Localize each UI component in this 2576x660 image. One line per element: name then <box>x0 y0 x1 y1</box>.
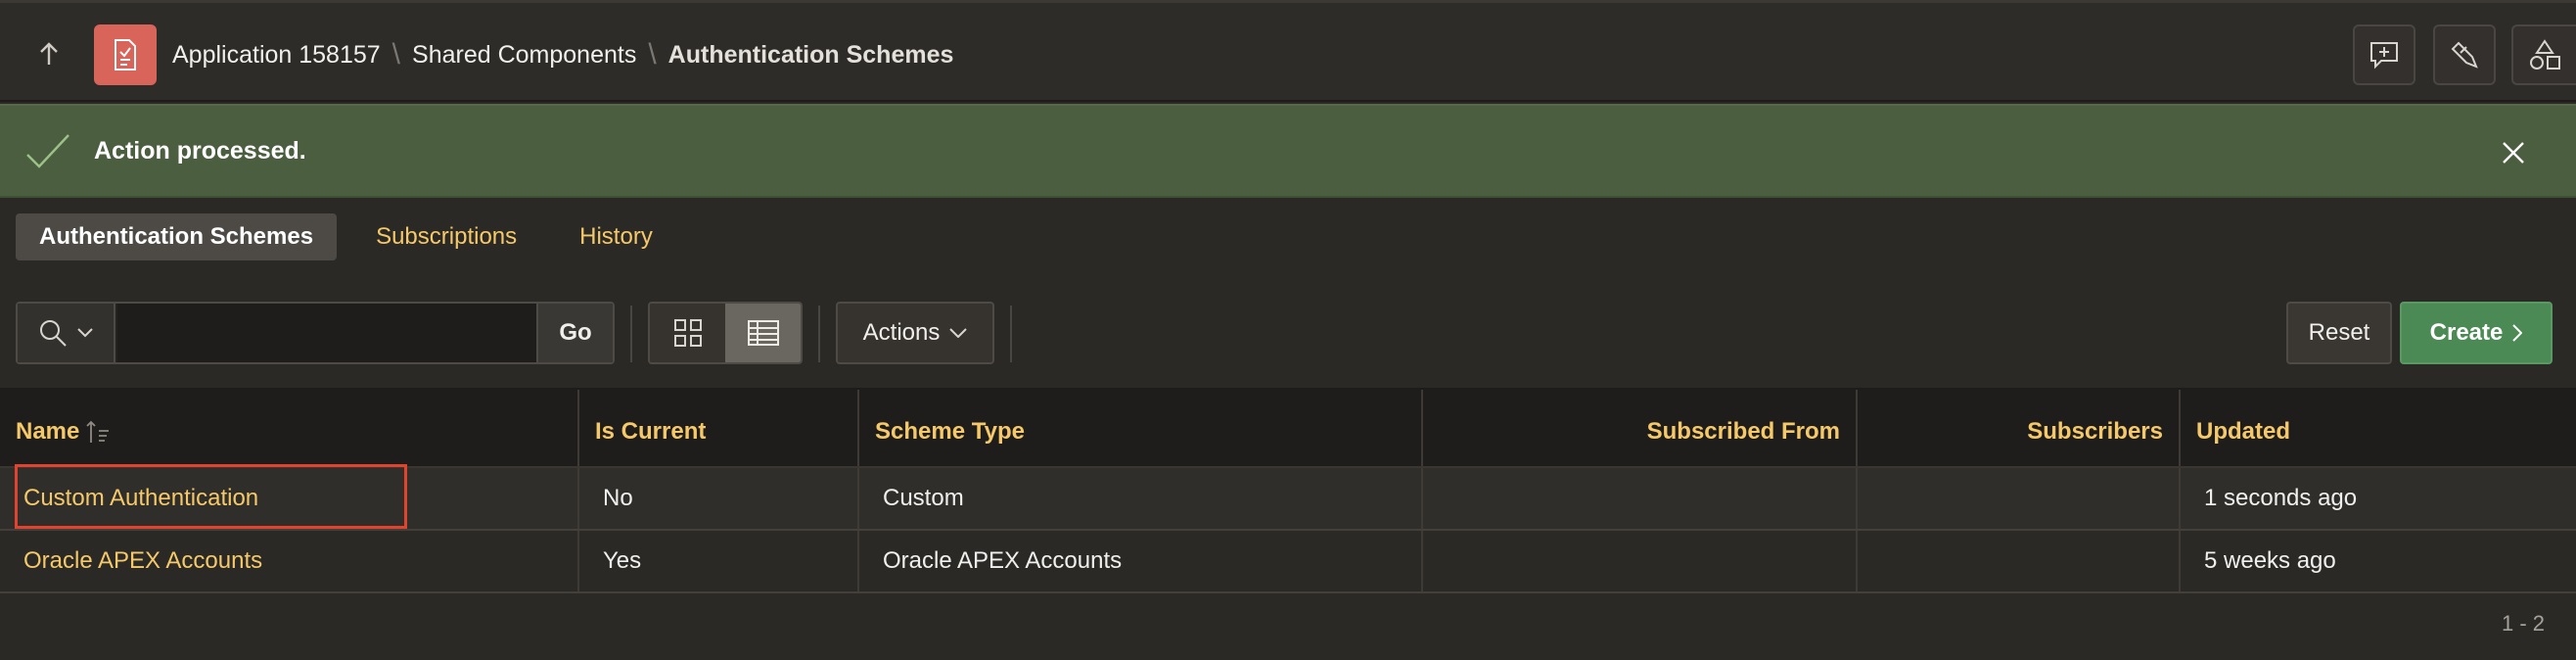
actions-menu-button[interactable]: Actions <box>836 302 994 364</box>
highlight-box <box>15 464 407 529</box>
subscribed-from-cell <box>1423 531 1858 591</box>
search-icon <box>40 320 67 347</box>
tab-subscriptions[interactable]: Subscriptions <box>352 213 540 260</box>
breadcrumb-app[interactable]: Application 158157 <box>172 41 381 70</box>
column-header-is-current[interactable]: Is Current <box>579 390 859 466</box>
breadcrumb-separator: \ <box>391 38 401 71</box>
subscribers-cell <box>1858 468 2181 529</box>
scheme-type-cell: Oracle APEX Accounts <box>859 531 1423 591</box>
toolbar-divider <box>818 306 820 362</box>
report-toolbar: Go Actions Reset Create <box>0 292 2576 390</box>
scheme-name-link[interactable]: Oracle APEX Accounts <box>0 531 579 591</box>
subscribers-cell <box>1858 531 2181 591</box>
view-toggle <box>648 302 803 364</box>
close-icon[interactable] <box>2498 137 2529 168</box>
shared-components-button[interactable] <box>2511 24 2576 85</box>
column-header-name[interactable]: Name <box>0 390 579 466</box>
column-header-subscribers[interactable]: Subscribers <box>1858 390 2181 466</box>
column-header-subscribed-from[interactable]: Subscribed From <box>1423 390 1858 466</box>
alert-message: Action processed. <box>94 137 306 165</box>
shapes-icon <box>2530 39 2560 70</box>
sort-ascending-icon <box>86 420 110 443</box>
column-header-updated[interactable]: Updated <box>2181 390 2576 466</box>
chevron-down-icon <box>77 328 93 338</box>
column-header-label: Name <box>16 418 80 445</box>
app-icon[interactable] <box>94 24 157 85</box>
is-current-cell: No <box>579 468 859 529</box>
search-input[interactable] <box>117 304 554 362</box>
tab-authentication-schemes[interactable]: Authentication Schemes <box>16 213 338 260</box>
table-icon <box>747 320 779 346</box>
actions-label: Actions <box>862 319 941 346</box>
updated-cell: 5 weeks ago <box>2204 547 2336 574</box>
report-view-button[interactable] <box>725 304 801 362</box>
chevron-right-icon <box>2512 324 2523 342</box>
reset-button[interactable]: Reset <box>2286 302 2392 364</box>
updated-cell: 1 seconds ago <box>2204 485 2358 511</box>
subscribed-from-cell <box>1423 468 1858 529</box>
pen-icon <box>2451 41 2478 69</box>
grid-icon <box>673 319 702 347</box>
chevron-down-icon <box>949 328 968 338</box>
table-header-row: Name Is Current Scheme Type Subscribed F… <box>0 390 2576 468</box>
scheme-type-cell: Custom <box>859 468 1423 529</box>
breadcrumb: Application 158157 \ Shared Components \… <box>172 38 953 71</box>
icon-view-button[interactable] <box>650 304 725 362</box>
breadcrumb-separator: \ <box>648 38 657 71</box>
feedback-icon <box>2370 42 2398 70</box>
pagination-range: 1 - 2 <box>2501 611 2545 636</box>
app-header: Application 158157 \ Shared Components \… <box>0 0 2576 102</box>
go-button[interactable]: Go <box>536 304 613 362</box>
column-header-scheme-type[interactable]: Scheme Type <box>859 390 1423 466</box>
tab-bar: Authentication Schemes Subscriptions His… <box>16 213 692 260</box>
feedback-button[interactable] <box>2353 24 2415 85</box>
search-bar: Go <box>16 302 615 364</box>
table-row: Oracle APEX Accounts Yes Oracle APEX Acc… <box>0 531 2576 593</box>
up-arrow-icon[interactable] <box>29 34 69 73</box>
check-icon <box>26 134 69 168</box>
toolbar-divider <box>1010 306 1012 362</box>
is-current-cell: Yes <box>579 531 859 591</box>
breadcrumb-shared-components[interactable]: Shared Components <box>412 41 636 70</box>
search-column-menu[interactable] <box>18 304 115 362</box>
success-alert: Action processed. <box>0 104 2576 198</box>
create-button[interactable]: Create <box>2400 302 2553 364</box>
toolbar-divider <box>630 306 632 362</box>
tab-history[interactable]: History <box>556 213 676 260</box>
create-label: Create <box>2429 319 2504 346</box>
breadcrumb-current: Authentication Schemes <box>667 40 954 69</box>
developer-tool-button[interactable] <box>2433 24 2496 85</box>
